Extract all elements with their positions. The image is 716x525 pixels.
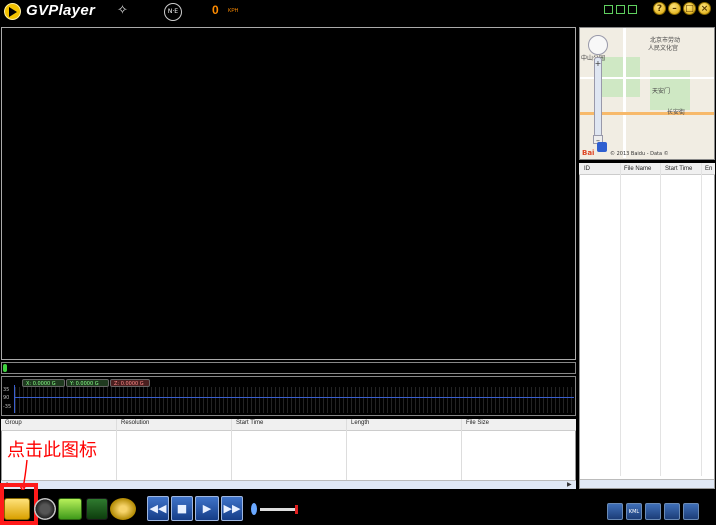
map-provider-logo: Bai [582,149,595,157]
fast-forward-button[interactable]: ▶▶ [221,496,243,521]
graph-series-line [15,397,574,398]
col-end-time[interactable]: En [705,166,712,172]
app-title: GVPlayer [26,2,96,19]
video-display[interactable] [1,27,576,360]
graph-scale-bottom: -35 [3,404,12,410]
map-road [623,28,626,158]
col-length[interactable]: Length [351,420,369,426]
graph-scale-top: 35 [3,387,10,393]
settings-button[interactable] [607,503,623,520]
playback-progress-bar[interactable] [1,362,576,374]
col-group[interactable]: Group [5,420,22,426]
axis-z-readout[interactable]: Z: 0.0000 G [110,379,150,387]
maximize-button[interactable]: □ [683,2,696,15]
progress-handle[interactable] [3,364,7,372]
map-button[interactable] [645,503,661,520]
annotation-highlight-box [0,483,38,525]
snapshot-button[interactable] [34,498,56,520]
map-copyright: © 2013 Baidu - Data © [610,151,669,157]
map-position-marker-icon [597,142,607,152]
col-id[interactable]: ID [584,166,590,172]
open-playlist-button[interactable] [58,498,82,520]
column-divider [620,163,621,476]
record-button[interactable] [86,498,108,520]
column-divider [660,163,661,476]
file-table-header [1,419,576,431]
gps-compass-icon: N·E [164,3,182,21]
gps-file-list[interactable] [579,163,715,489]
map-label: 人民文化宫 [648,45,679,52]
map-label: 长安街 [667,109,686,116]
col-file-size[interactable]: File Size [466,420,489,426]
minimize-button[interactable]: – [668,2,681,15]
lock-button[interactable] [683,503,699,520]
close-button[interactable]: × [698,2,711,15]
axis-x-readout[interactable]: X: 0.0000 G [22,379,65,387]
volume-slider[interactable] [260,508,298,511]
axis-y-readout[interactable]: Y: 0.0000 G [66,379,109,387]
speed-value: 0 [212,3,219,17]
gps-list-scrollbar[interactable] [580,479,714,488]
column-divider [461,419,462,480]
graph-scale-mid: 90 [3,395,10,401]
stop-button[interactable]: ■ [171,496,193,521]
map-label: 天安门 [652,88,671,95]
column-divider [701,163,702,476]
info-button[interactable] [664,503,680,520]
column-divider [231,419,232,480]
layout-split-icon[interactable] [616,5,625,14]
column-divider [116,419,117,480]
disk-button[interactable] [110,498,136,520]
file-table-scrollbar[interactable] [1,480,576,489]
col-start-time[interactable]: Start Time [665,166,692,172]
map-zoom-slider[interactable] [594,57,602,137]
layout-quad-icon[interactable] [628,5,637,14]
layout-single-icon[interactable] [604,5,613,14]
map-pan-control[interactable] [588,35,608,55]
col-start-time[interactable]: Start Time [236,420,263,426]
play-button[interactable]: ▶ [195,496,219,521]
volume-thumb[interactable] [295,505,298,514]
zoom-in-icon[interactable]: + [593,59,603,68]
volume-icon[interactable] [251,503,257,515]
rewind-button[interactable]: ◀◀ [147,496,169,521]
col-resolution[interactable]: Resolution [121,420,149,426]
help-button[interactable]: ? [653,2,666,15]
scroll-right-icon[interactable]: ▶ [567,481,572,488]
kml-export-button[interactable]: KML [626,503,642,520]
graph-cursor [14,385,15,413]
graph-grid [15,387,574,413]
app-logo-icon [4,3,21,20]
column-divider [346,419,347,480]
signal-icon: ✧ [117,3,128,18]
speed-unit: KPH [228,8,239,14]
col-file-name[interactable]: File Name [624,166,651,172]
